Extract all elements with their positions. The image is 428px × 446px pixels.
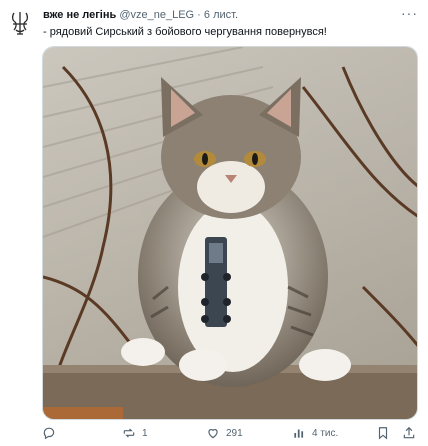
share-button[interactable]: [402, 426, 416, 440]
author-handle[interactable]: @vze_ne_LEG: [119, 9, 194, 21]
reply-icon: [43, 427, 55, 440]
repost-button[interactable]: 1: [122, 426, 148, 440]
views-button[interactable]: 4 тис.: [292, 426, 338, 440]
tweet-header: вже не легінь @vze_ne_LEG · 6 лист.: [43, 9, 400, 22]
repost-count: 1: [142, 427, 148, 439]
author-name[interactable]: вже не легінь: [43, 9, 116, 21]
action-bar: 1 291 4 тис.: [42, 424, 418, 442]
like-icon: [208, 429, 218, 439]
views-icon: [294, 429, 304, 438]
tweet-photo[interactable]: [42, 46, 418, 420]
repost-icon: [123, 428, 135, 438]
post-time[interactable]: 6 лист.: [204, 9, 238, 21]
separator: ·: [197, 9, 201, 21]
more-dots-icon[interactable]: ···: [401, 5, 418, 21]
tweet-text: - рядовий Сирський з бойового чергування…: [43, 26, 327, 38]
reply-button[interactable]: [42, 426, 62, 440]
like-count: 291: [226, 427, 243, 439]
avatar-emblem-icon: [11, 12, 29, 35]
share-icon: [403, 426, 415, 439]
bookmark-icon: [378, 427, 388, 440]
views-count: 4 тис.: [312, 427, 339, 439]
avatar[interactable]: [8, 10, 32, 38]
like-button[interactable]: 291: [206, 426, 243, 440]
bookmark-button[interactable]: [376, 426, 390, 440]
cat-photo: [43, 47, 417, 419]
